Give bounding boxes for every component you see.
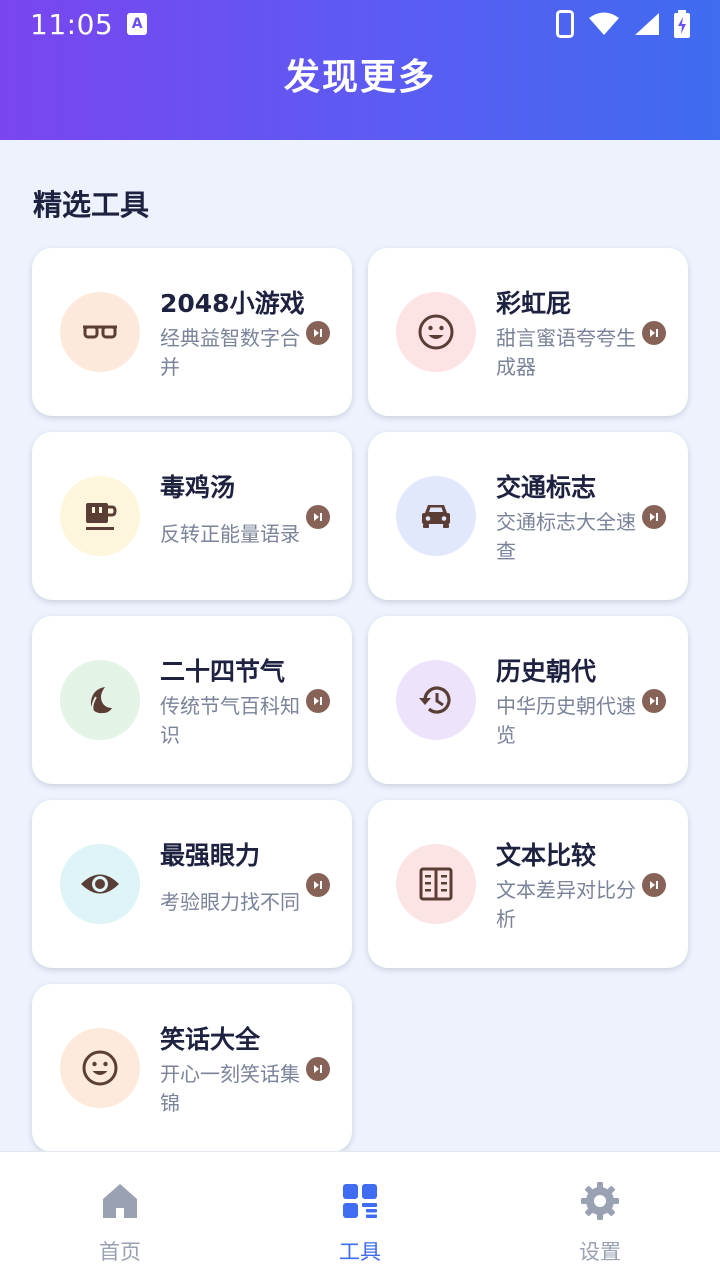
- status-bar: 11:05 A: [0, 0, 720, 48]
- play-next-icon[interactable]: [306, 689, 330, 713]
- tool-desc: 考验眼力找不同: [160, 890, 300, 914]
- glasses-icon: [83, 325, 117, 339]
- play-next-icon[interactable]: [306, 321, 330, 345]
- tool-desc: 文本差异对比分析: [496, 878, 636, 931]
- tool-desc: 传统节气百科知识: [160, 694, 300, 747]
- tool-desc: 中华历史朝代速览: [496, 694, 636, 747]
- smile-icon: [82, 1050, 118, 1086]
- bottom-nav: 首页 工具 设置: [0, 1151, 720, 1280]
- gear-icon: [581, 1182, 619, 1220]
- status-time: 11:05: [30, 7, 114, 41]
- tool-card-jokes[interactable]: 笑话大全 开心一刻笑话集锦: [32, 984, 352, 1152]
- compare-icon: [419, 867, 453, 901]
- notification-a-icon: A: [127, 13, 148, 35]
- eye-icon: [81, 874, 119, 894]
- tool-icon-circle: [396, 476, 476, 556]
- tool-grid: 2048小游戏 经典益智数字合并 彩虹屁 甜言蜜语夸夸生成器 毒鸡汤 反转正能量…: [32, 248, 688, 1152]
- tool-title: 最强眼力: [160, 841, 261, 870]
- tool-card-text-compare[interactable]: 文本比较 文本差异对比分析: [368, 800, 688, 968]
- tool-card-eyesight[interactable]: 最强眼力 考验眼力找不同: [32, 800, 352, 968]
- tool-card-2048[interactable]: 2048小游戏 经典益智数字合并: [32, 248, 352, 416]
- history-icon: [419, 686, 451, 714]
- tool-card-traffic-signs[interactable]: 交通标志 交通标志大全速查: [368, 432, 688, 600]
- home-icon: [103, 1184, 137, 1218]
- tool-desc: 甜言蜜语夸夸生成器: [496, 326, 636, 379]
- play-next-icon[interactable]: [642, 689, 666, 713]
- tool-icon-circle: [60, 476, 140, 556]
- tool-title: 历史朝代: [496, 657, 597, 686]
- leaf-icon: [90, 687, 112, 714]
- tool-title: 笑话大全: [160, 1025, 261, 1054]
- nav-label-home: 首页: [99, 1240, 141, 1264]
- page-title: 发现更多: [283, 57, 436, 98]
- tool-title: 交通标志: [496, 473, 597, 502]
- tool-icon-circle: [60, 292, 140, 372]
- play-next-icon[interactable]: [306, 505, 330, 529]
- tool-desc: 交通标志大全速查: [496, 510, 636, 563]
- tool-card-dujitang[interactable]: 毒鸡汤 反转正能量语录: [32, 432, 352, 600]
- tool-desc: 开心一刻笑话集锦: [160, 1062, 300, 1115]
- tool-title: 毒鸡汤: [160, 473, 236, 502]
- tool-icon-circle: [396, 660, 476, 740]
- battery-charging-icon: [674, 10, 690, 38]
- nav-item-tools[interactable]: 工具: [240, 1152, 480, 1280]
- tool-icon-circle: [60, 1028, 140, 1108]
- nav-item-home[interactable]: 首页: [0, 1152, 240, 1280]
- tool-title: 二十四节气: [160, 657, 286, 686]
- section-title: 精选工具: [33, 188, 150, 222]
- grid-icon: [343, 1184, 377, 1218]
- play-next-icon[interactable]: [642, 321, 666, 345]
- tool-title: 2048小游戏: [160, 289, 305, 318]
- play-next-icon[interactable]: [306, 1057, 330, 1081]
- tool-title: 文本比较: [496, 841, 597, 870]
- wifi-icon: [589, 12, 619, 35]
- nav-label-tools: 工具: [339, 1240, 381, 1264]
- coffee-icon: [86, 503, 117, 530]
- nav-item-settings[interactable]: 设置: [480, 1152, 720, 1280]
- tool-card-solar-terms[interactable]: 二十四节气 传统节气百科知识: [32, 616, 352, 784]
- tool-icon-circle: [60, 844, 140, 924]
- tool-desc: 反转正能量语录: [160, 522, 300, 546]
- car-icon: [422, 505, 450, 528]
- tool-card-dynasties[interactable]: 历史朝代 中华历史朝代速览: [368, 616, 688, 784]
- tool-icon-circle: [396, 844, 476, 924]
- nav-label-settings: 设置: [579, 1240, 621, 1264]
- tool-desc: 经典益智数字合并: [160, 326, 300, 379]
- play-next-icon[interactable]: [306, 873, 330, 897]
- signal-icon: [635, 13, 659, 35]
- app-header: 11:05 A 发现更多: [0, 0, 720, 140]
- tool-icon-circle: [60, 660, 140, 740]
- play-next-icon[interactable]: [642, 505, 666, 529]
- phone-icon: [556, 10, 574, 38]
- smile-icon: [418, 314, 454, 350]
- status-icons: [556, 10, 690, 38]
- tool-title: 彩虹屁: [496, 289, 572, 318]
- play-next-icon[interactable]: [642, 873, 666, 897]
- tool-card-caihongpi[interactable]: 彩虹屁 甜言蜜语夸夸生成器: [368, 248, 688, 416]
- tool-icon-circle: [396, 292, 476, 372]
